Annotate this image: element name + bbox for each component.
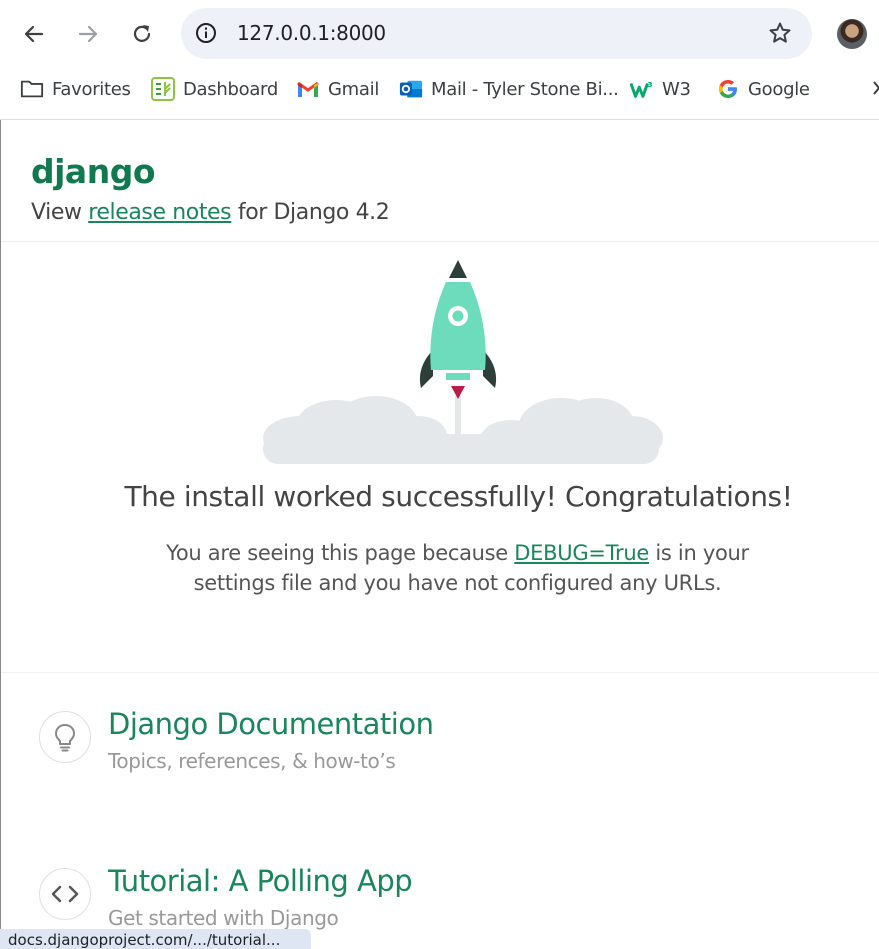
forward-button[interactable]	[70, 16, 106, 52]
outlook-icon	[399, 77, 423, 101]
back-button[interactable]	[16, 16, 52, 52]
forward-arrow-icon	[78, 25, 98, 43]
docs-card[interactable]: Django Documentation Topics, references,…	[39, 707, 739, 781]
code-icon	[39, 868, 91, 920]
release-suffix: for Django 4.2	[231, 200, 390, 225]
bookmark-label: Favorites	[52, 78, 131, 100]
release-notes-link[interactable]: release notes	[88, 200, 231, 225]
bookmark-label: Dashboard	[183, 78, 278, 100]
gmail-icon	[296, 77, 320, 101]
sub-prefix: You are seeing this page because	[166, 541, 515, 565]
tutorial-card[interactable]: Tutorial: A Polling App Get started with…	[39, 864, 739, 938]
back-arrow-icon	[24, 25, 44, 43]
w3-icon: 3	[630, 77, 654, 101]
bookmark-dashboard[interactable]: Dashboard	[151, 76, 278, 102]
bookmark-gmail[interactable]: Gmail	[296, 76, 379, 102]
debug-link[interactable]: DEBUG=True	[514, 541, 649, 565]
url-text[interactable]: 127.0.0.1:8000	[237, 21, 386, 45]
page-content: django View release notes for Django 4.2	[0, 120, 879, 949]
release-notes-line: View release notes for Django 4.2	[31, 200, 390, 225]
svg-text:3: 3	[648, 80, 653, 89]
flame	[451, 386, 465, 399]
bookmark-label: Google	[748, 78, 810, 100]
release-prefix: View	[31, 200, 89, 225]
rocket-illustration	[261, 258, 665, 470]
tutorial-card-title[interactable]: Tutorial: A Polling App	[108, 864, 413, 898]
bookmarks-bar: Favorites Dashboard Gmail Mail - Tyler S…	[0, 66, 879, 120]
browser-toolbar: 127.0.0.1:8000	[0, 0, 879, 66]
django-logo[interactable]: django	[31, 152, 156, 191]
reload-icon	[133, 25, 151, 42]
bookmark-mail[interactable]: Mail - Tyler Stone Bi...	[399, 76, 619, 102]
page-header: django View release notes for Django 4.2	[1, 120, 879, 242]
bookmark-label: Gmail	[328, 78, 380, 100]
rocket-svg	[263, 260, 663, 464]
bookmark-label: W3	[662, 78, 691, 100]
bookmark-favorites[interactable]: Favorites	[20, 76, 131, 102]
debug-explanation: You are seeing this page because DEBUG=T…	[151, 538, 764, 598]
address-bar[interactable]: 127.0.0.1:8000	[181, 8, 812, 59]
docs-card-title[interactable]: Django Documentation	[108, 707, 434, 741]
profile-avatar[interactable]	[837, 19, 867, 49]
folder-icon	[20, 77, 44, 101]
link-status-bar: docs.djangoproject.com/.../tutorial...	[0, 929, 311, 949]
bookmark-star-icon[interactable]	[768, 21, 792, 45]
more-bookmarks-icon[interactable]	[872, 76, 879, 100]
cloud-shapes	[263, 396, 663, 464]
dashboard-icon	[151, 77, 175, 101]
google-icon	[716, 77, 740, 101]
reload-button[interactable]	[124, 16, 160, 52]
lightbulb-icon	[39, 711, 91, 763]
bookmark-w3[interactable]: 3 W3	[630, 76, 691, 102]
tutorial-card-subtitle: Get started with Django	[108, 906, 339, 930]
site-info-icon[interactable]	[195, 22, 217, 44]
docs-card-subtitle: Topics, references, & how-to’s	[108, 749, 396, 773]
bookmark-label: Mail - Tyler Stone Bi...	[431, 78, 619, 100]
section-divider	[1, 672, 879, 673]
bookmark-google[interactable]: Google	[716, 76, 810, 102]
success-headline: The install worked successfully! Congrat…	[124, 480, 793, 513]
exhaust-trail	[455, 396, 461, 456]
